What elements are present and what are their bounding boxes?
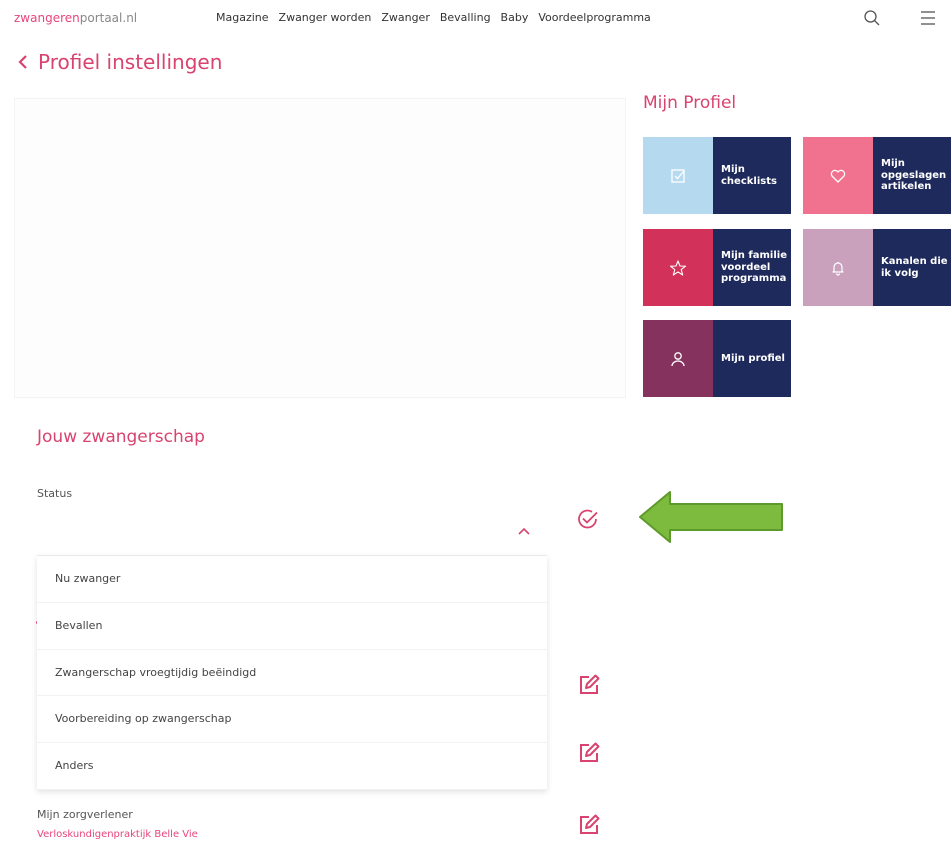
chevron-left-icon[interactable]: [16, 53, 30, 71]
nav-item-bevalling[interactable]: Bevalling: [440, 11, 491, 24]
star-icon: [669, 259, 687, 276]
tile-label: Mijn profiel: [713, 320, 791, 397]
site-logo[interactable]: zwangerenportaal.nl: [14, 11, 137, 25]
tile-label: Kanalen die ik volg: [873, 229, 951, 306]
care-provider-value: Verloskundigenpraktijk Belle Vie: [37, 829, 198, 840]
edit-icon[interactable]: [576, 812, 602, 838]
tile-opgeslagen-artikelen[interactable]: Mijn opgeslagen artikelen: [803, 137, 951, 214]
annotation-arrow-icon: [639, 491, 783, 543]
nav-item-magazine[interactable]: Magazine: [216, 11, 269, 24]
pregnancy-section-title: Jouw zwangerschap: [37, 427, 205, 447]
chevron-up-icon[interactable]: [517, 526, 531, 536]
nav-item-zwanger[interactable]: Zwanger: [381, 11, 430, 24]
status-select[interactable]: [37, 510, 547, 556]
top-navigation-bar: zwangerenportaal.nl Magazine Zwanger wor…: [0, 0, 952, 38]
tile-label: Mijn familie voordeel programma: [713, 229, 791, 306]
edit-icon[interactable]: [576, 740, 602, 766]
page-title: Profiel instellingen: [16, 50, 222, 74]
tile-icon-area: [643, 320, 713, 397]
status-option-nu-zwanger[interactable]: Nu zwanger: [37, 556, 547, 603]
bell-icon: [832, 261, 844, 276]
main-nav: Magazine Zwanger worden Zwanger Bevallin…: [216, 11, 651, 24]
status-dropdown: Nu zwanger Bevallen Zwangerschap vroegti…: [37, 556, 547, 790]
nav-item-baby[interactable]: Baby: [501, 11, 529, 24]
tile-mijn-checklists[interactable]: Mijn checklists: [643, 137, 791, 214]
tile-label: Mijn checklists: [713, 137, 791, 214]
user-icon: [671, 351, 685, 366]
nav-item-zwanger-worden[interactable]: Zwanger worden: [279, 11, 372, 24]
status-option-voorbereiding[interactable]: Voorbereiding op zwangerschap: [37, 696, 547, 744]
logo-part-portaal: portaal.nl: [79, 11, 138, 25]
tile-icon-area: [643, 137, 713, 214]
care-provider-label: Mijn zorgverlener: [37, 808, 133, 821]
search-icon[interactable]: [862, 8, 882, 28]
status-option-anders[interactable]: Anders: [37, 743, 547, 790]
logo-part-zwangeren: zwangeren: [14, 11, 80, 25]
status-option-vroegtijdig-beeindigd[interactable]: Zwangerschap vroegtijdig beëindigd: [37, 650, 547, 697]
heart-icon: [830, 169, 846, 183]
checklist-icon: [671, 168, 685, 183]
status-label: Status: [37, 487, 73, 500]
page-title-text: Profiel instellingen: [38, 50, 223, 74]
nav-item-voordeelprogramma[interactable]: Voordeelprogramma: [538, 11, 650, 24]
tile-mijn-profiel[interactable]: Mijn profiel: [643, 320, 791, 397]
tile-kanalen-die-ik-volg[interactable]: Kanalen die ik volg: [803, 229, 951, 306]
confirm-check-icon[interactable]: [574, 505, 602, 533]
tile-icon-area: [803, 229, 873, 306]
status-option-bevallen[interactable]: Bevallen: [37, 603, 547, 650]
hamburger-menu-icon[interactable]: [918, 8, 938, 28]
tile-icon-area: [803, 137, 873, 214]
content-panel: [14, 98, 626, 398]
profile-title: Mijn Profiel: [643, 93, 737, 113]
edit-icon[interactable]: [576, 672, 602, 698]
tile-familie-voordeel-programma[interactable]: Mijn familie voordeel programma: [643, 229, 791, 306]
tile-label: Mijn opgeslagen artikelen: [873, 137, 951, 214]
tile-icon-area: [643, 229, 713, 306]
